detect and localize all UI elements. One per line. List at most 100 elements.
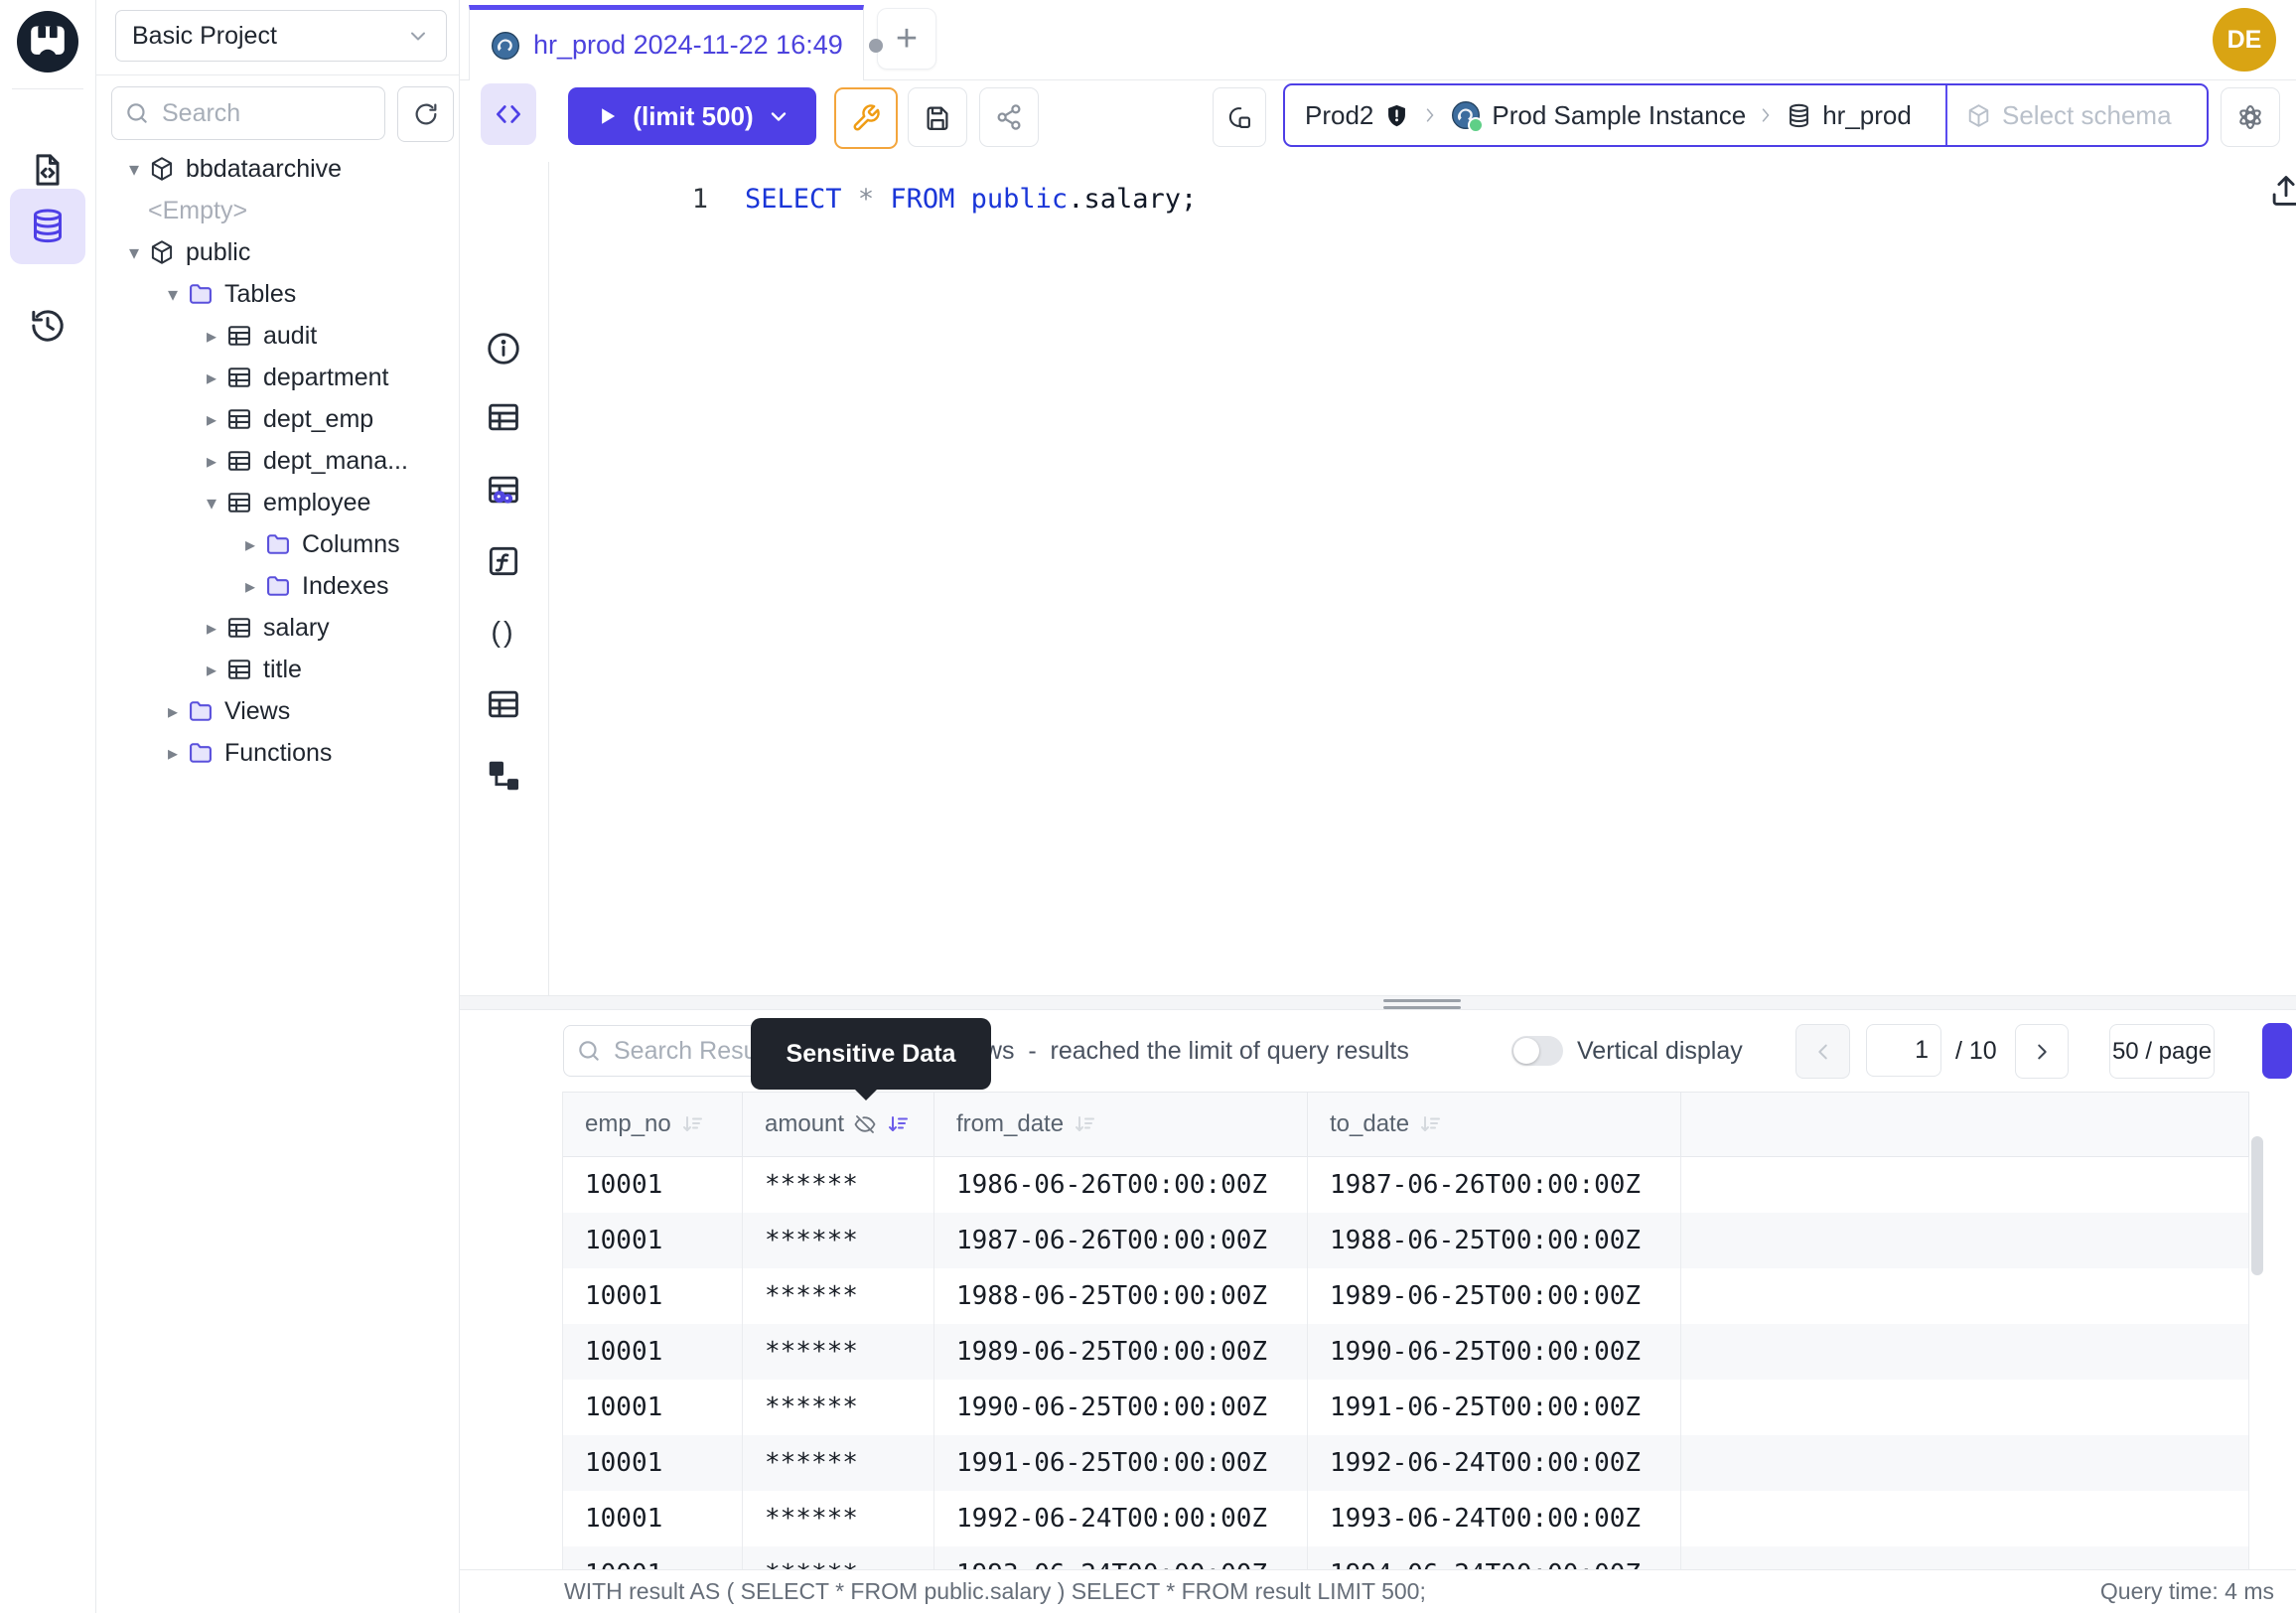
caret-down-icon[interactable]: ▾ [159,282,187,307]
caret-right-icon[interactable]: ▸ [198,616,225,641]
run-query-button[interactable]: (limit 500) [568,87,816,145]
tree-item-empty[interactable]: <Empty> [96,190,459,231]
table-row[interactable]: 10001******1992-06-24T00:00:00Z1993-06-2… [563,1491,2249,1546]
history-button[interactable] [10,288,85,364]
cell[interactable]: 1993-06-24T00:00:00Z [1308,1491,1681,1546]
cell[interactable] [1681,1157,2249,1213]
column-header-emp_no[interactable]: emp_no [563,1093,743,1156]
cell[interactable]: 10001 [563,1324,743,1380]
prev-page-button[interactable] [1795,1024,1850,1079]
functions-panel-button[interactable] [485,542,522,580]
databases-button[interactable] [10,189,85,264]
caret-right-icon[interactable]: ▸ [236,532,264,557]
export-button[interactable] [2262,1023,2292,1079]
cell[interactable]: 1991-06-25T00:00:00Z [934,1435,1308,1491]
cell[interactable]: 10001 [563,1157,743,1213]
cell[interactable]: 1988-06-25T00:00:00Z [1308,1213,1681,1268]
tree-item-tables[interactable]: ▾Tables [96,273,459,315]
cell[interactable] [1681,1491,2249,1546]
panel-divider[interactable] [460,995,2296,1010]
tree-item-functions[interactable]: ▸Functions [96,732,459,774]
new-tab-button[interactable]: + [877,8,936,70]
cell[interactable] [1681,1268,2249,1324]
column-header-amount[interactable]: amount [743,1093,934,1156]
sql-editor[interactable]: 1 SELECT * FROM public.salary; [549,162,2296,995]
tree-item-audit[interactable]: ▸audit [96,315,459,357]
table-row[interactable]: 10001******1988-06-25T00:00:00Z1989-06-2… [563,1268,2249,1324]
page-size-select[interactable]: 50 / page [2109,1024,2215,1079]
cell[interactable]: ****** [743,1324,934,1380]
table-row[interactable]: 10001******1993-06-24T00:00:00Z1994-06-2… [563,1546,2249,1569]
upload-icon-button[interactable] [2267,172,2296,210]
code-line-content[interactable]: SELECT * FROM public.salary; [745,178,1197,221]
sql-editor-toggle-button[interactable] [481,83,536,145]
tree-item-columns[interactable]: ▸Columns [96,523,459,565]
table-row[interactable]: 10001******1987-06-26T00:00:00Z1988-06-2… [563,1213,2249,1268]
caret-right-icon[interactable]: ▸ [159,699,187,724]
cell[interactable]: ****** [743,1546,934,1569]
tree-item-public[interactable]: ▾public [96,231,459,273]
cell[interactable]: 1987-06-26T00:00:00Z [1308,1157,1681,1213]
active-tab[interactable]: hr_prod 2024-11-22 16:49 [469,5,864,80]
sort-icon[interactable] [1073,1112,1096,1136]
select-schema[interactable]: Select schema [1945,85,2207,145]
info-panel-button[interactable] [485,330,522,367]
cell[interactable]: 1992-06-24T00:00:00Z [1308,1435,1681,1491]
save-button[interactable] [908,87,967,147]
chevron-down-icon[interactable] [767,104,790,128]
table-row[interactable]: 10001******1990-06-25T00:00:00Z1991-06-2… [563,1380,2249,1435]
masked-tables-panel-button[interactable] [485,471,522,509]
tree-item-title[interactable]: ▸title [96,649,459,690]
sidebar-search-input[interactable] [160,98,372,129]
table-row[interactable]: 10001******1986-06-26T00:00:00Z1987-06-2… [563,1157,2249,1213]
caret-down-icon[interactable]: ▾ [198,491,225,515]
page-input[interactable] [1866,1024,1941,1077]
table-row[interactable]: 10001******1991-06-25T00:00:00Z1992-06-2… [563,1435,2249,1491]
cell[interactable]: ****** [743,1380,934,1435]
cell[interactable]: ****** [743,1435,934,1491]
schema-diagram-panel-button[interactable] [485,757,522,795]
caret-right-icon[interactable]: ▸ [198,407,225,432]
caret-right-icon[interactable]: ▸ [159,741,187,766]
caret-right-icon[interactable]: ▸ [236,574,264,599]
tree-item-indexes[interactable]: ▸Indexes [96,565,459,607]
cell[interactable]: ****** [743,1157,934,1213]
tree-item-bbdataarchive[interactable]: ▾bbdataarchive [96,148,459,190]
tree-item-views[interactable]: ▸Views [96,690,459,732]
cell[interactable]: 1990-06-25T00:00:00Z [934,1380,1308,1435]
cell[interactable]: 10001 [563,1546,743,1569]
cell[interactable]: 1986-06-26T00:00:00Z [934,1157,1308,1213]
sort-icon[interactable] [886,1112,910,1136]
share-button[interactable] [979,87,1039,147]
cell[interactable]: 10001 [563,1268,743,1324]
views-panel-button[interactable] [485,685,522,723]
bytebase-logo-icon[interactable] [17,11,78,73]
refresh-button[interactable] [397,86,454,142]
column-header-from_date[interactable]: from_date [934,1093,1308,1156]
caret-right-icon[interactable]: ▸ [198,658,225,682]
tree-item-dept-emp[interactable]: ▸dept_emp [96,398,459,440]
cell[interactable] [1681,1546,2249,1569]
caret-down-icon[interactable]: ▾ [120,157,148,182]
cell[interactable]: 1994-06-24T00:00:00Z [1308,1546,1681,1569]
tables-panel-button[interactable] [485,398,522,436]
cell[interactable]: ****** [743,1268,934,1324]
cell[interactable] [1681,1324,2249,1380]
cell[interactable]: 1987-06-26T00:00:00Z [934,1213,1308,1268]
vertical-display-toggle[interactable] [1511,1036,1563,1066]
cell[interactable]: 10001 [563,1213,743,1268]
cell[interactable] [1681,1213,2249,1268]
admin-mode-button[interactable] [834,87,898,149]
caret-right-icon[interactable]: ▸ [198,324,225,349]
caret-right-icon[interactable]: ▸ [198,366,225,390]
sort-icon[interactable] [1418,1112,1442,1136]
user-avatar[interactable]: DE [2213,8,2276,72]
ai-assistant-button[interactable] [2221,87,2280,147]
tree-item-department[interactable]: ▸department [96,357,459,398]
cell[interactable]: 1991-06-25T00:00:00Z [1308,1380,1681,1435]
connection-breadcrumb[interactable]: Prod2 Prod Sample Instance [1283,83,2209,147]
column-header-to_date[interactable]: to_date [1308,1093,1681,1156]
cell[interactable]: 1990-06-25T00:00:00Z [1308,1324,1681,1380]
grid-scrollbar[interactable] [2251,1136,2263,1563]
grid-scrollbar-thumb[interactable] [2251,1136,2263,1275]
